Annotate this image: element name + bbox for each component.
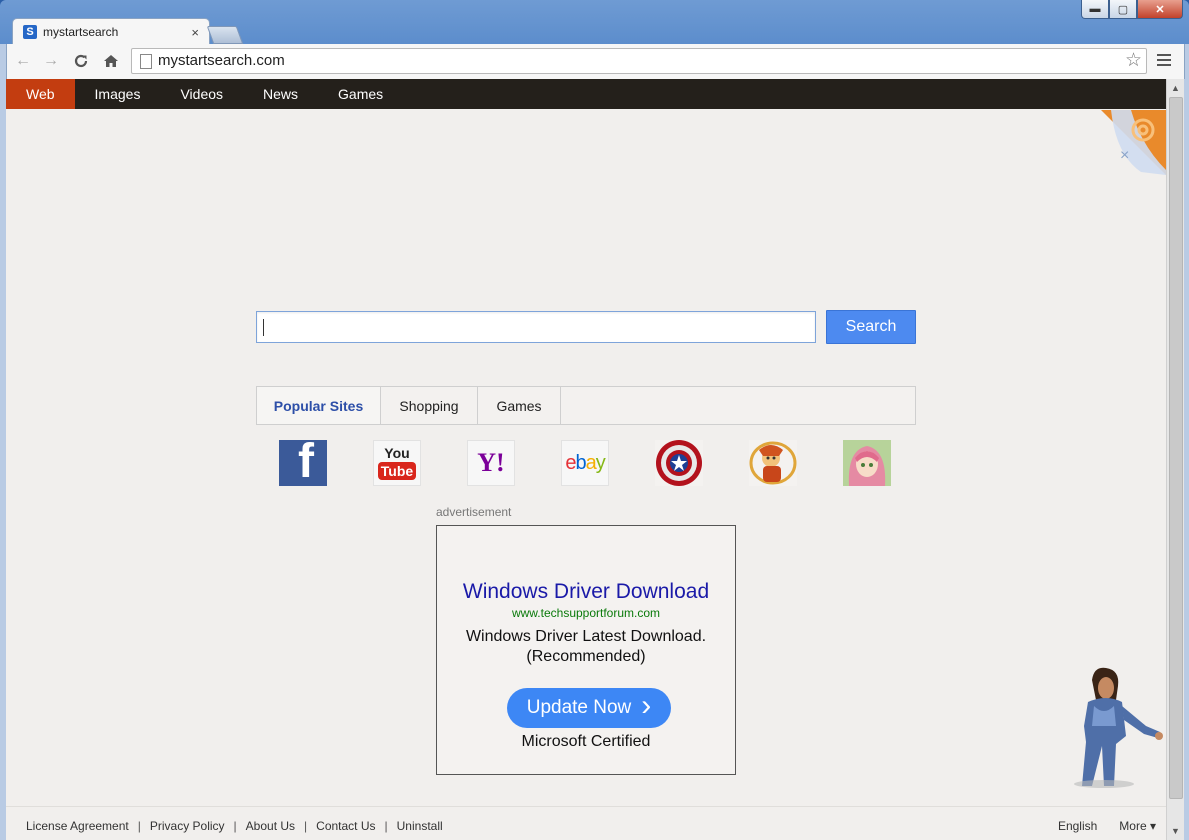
footer-separator: | xyxy=(233,819,237,833)
maximize-button[interactable]: ▢ xyxy=(1109,0,1137,19)
minimize-button[interactable]: ▬ xyxy=(1081,0,1109,19)
back-arrow-icon[interactable]: ← xyxy=(13,51,33,71)
favicon-icon: S xyxy=(23,25,37,39)
ad-certified-text: Microsoft Certified xyxy=(521,733,651,750)
browser-menu-icon[interactable] xyxy=(1157,51,1171,69)
footer-separator: | xyxy=(304,819,308,833)
tab-title: mystartsearch xyxy=(43,25,119,39)
chevron-right-icon: › xyxy=(641,689,652,722)
animated-character-image[interactable] xyxy=(1064,666,1164,790)
youtube-tube-text: Tube xyxy=(377,462,417,480)
ad-url[interactable]: www.techsupportforum.com xyxy=(437,606,735,620)
url-text: mystartsearch.com xyxy=(158,52,285,69)
ad-description-line2: (Recommended) xyxy=(526,648,646,665)
tab-popular-sites[interactable]: Popular Sites xyxy=(257,387,381,424)
footer-separator: | xyxy=(137,819,141,833)
ebay-letter-b: b xyxy=(575,451,586,474)
tab-shopping[interactable]: Shopping xyxy=(381,387,478,424)
footer-separator: | xyxy=(384,819,388,833)
uninstall-link[interactable]: Uninstall xyxy=(397,819,443,833)
svg-text:×: × xyxy=(1120,147,1129,164)
scrollbar-thumb[interactable] xyxy=(1169,97,1183,799)
page-icon xyxy=(140,54,152,69)
yahoo-icon[interactable]: Y! xyxy=(467,440,515,486)
new-tab-button[interactable] xyxy=(206,26,244,44)
tab-close-icon[interactable]: × xyxy=(191,25,199,40)
advertisement-label: advertisement xyxy=(436,505,512,519)
about-us-link[interactable]: About Us xyxy=(246,819,295,833)
ebay-icon[interactable]: ebay xyxy=(561,440,609,486)
facebook-glyph: f xyxy=(298,440,314,486)
scroll-up-arrow-icon[interactable]: ▲ xyxy=(1171,83,1180,93)
nav-games[interactable]: Games xyxy=(318,79,403,109)
ebay-letter-y: y xyxy=(595,451,606,474)
fantasy-game-2-icon[interactable] xyxy=(843,440,891,486)
window-close-button[interactable]: ✕ xyxy=(1137,0,1183,19)
advertisement-box[interactable]: Windows Driver Download www.techsupportf… xyxy=(436,525,736,775)
page-viewport: Web Images Videos News Games × Search Po… xyxy=(6,79,1166,840)
ebay-letter-e: e xyxy=(565,451,576,474)
nav-videos[interactable]: Videos xyxy=(160,79,243,109)
home-glyph xyxy=(104,55,118,67)
facebook-icon[interactable]: f xyxy=(279,440,327,486)
page-footer: License Agreement | Privacy Policy | Abo… xyxy=(6,806,1166,840)
more-dropdown[interactable]: More ▾ xyxy=(1119,819,1156,833)
reload-glyph xyxy=(74,54,88,68)
corner-ad-peel[interactable]: × xyxy=(1101,110,1166,175)
browser-window: ▬ ▢ ✕ S mystartsearch × ← → mystartsearc… xyxy=(0,0,1189,840)
footer-right: English More ▾ xyxy=(1058,819,1156,833)
category-tabs: Popular Sites Shopping Games xyxy=(256,386,916,425)
yahoo-glyph: Y! xyxy=(477,448,505,477)
top-navigation: Web Images Videos News Games xyxy=(6,79,1166,109)
privacy-policy-link[interactable]: Privacy Policy xyxy=(150,819,225,833)
browser-toolbar: ← → mystartsearch.com ☆ xyxy=(6,44,1185,79)
footer-links: License Agreement | Privacy Policy | Abo… xyxy=(26,819,443,833)
license-agreement-link[interactable]: License Agreement xyxy=(26,819,129,833)
forward-arrow-icon[interactable]: → xyxy=(41,51,61,71)
address-bar[interactable]: mystartsearch.com ☆ xyxy=(131,48,1147,74)
window-controls: ▬ ▢ ✕ xyxy=(1081,0,1183,19)
home-icon[interactable] xyxy=(101,51,121,71)
reload-icon[interactable] xyxy=(71,51,91,71)
nav-images[interactable]: Images xyxy=(75,79,161,109)
bookmark-star-icon[interactable]: ☆ xyxy=(1125,49,1142,72)
nav-news[interactable]: News xyxy=(243,79,318,109)
captain-america-shield-icon[interactable] xyxy=(655,440,703,486)
tab-games[interactable]: Games xyxy=(478,387,561,424)
search-input[interactable] xyxy=(256,311,816,343)
ad-description-line1: Windows Driver Latest Download. xyxy=(465,628,707,645)
contact-us-link[interactable]: Contact Us xyxy=(316,819,375,833)
nav-web[interactable]: Web xyxy=(6,79,75,109)
fantasy-game-1-icon[interactable] xyxy=(749,440,797,486)
youtube-you-text: You xyxy=(384,445,410,461)
vertical-scrollbar[interactable]: ▲ ▼ xyxy=(1166,79,1184,840)
browser-tab[interactable]: S mystartsearch × xyxy=(12,18,210,45)
language-selector[interactable]: English xyxy=(1058,819,1097,833)
ad-title[interactable]: Windows Driver Download xyxy=(437,580,735,604)
text-caret xyxy=(263,319,264,336)
search-button[interactable]: Search xyxy=(826,310,916,344)
youtube-icon[interactable]: You Tube xyxy=(373,440,421,486)
scroll-down-arrow-icon[interactable]: ▼ xyxy=(1171,826,1180,836)
update-now-label: Update Now xyxy=(526,697,632,718)
update-now-button[interactable]: Update Now › xyxy=(507,688,671,728)
ebay-letter-a: a xyxy=(585,451,597,474)
